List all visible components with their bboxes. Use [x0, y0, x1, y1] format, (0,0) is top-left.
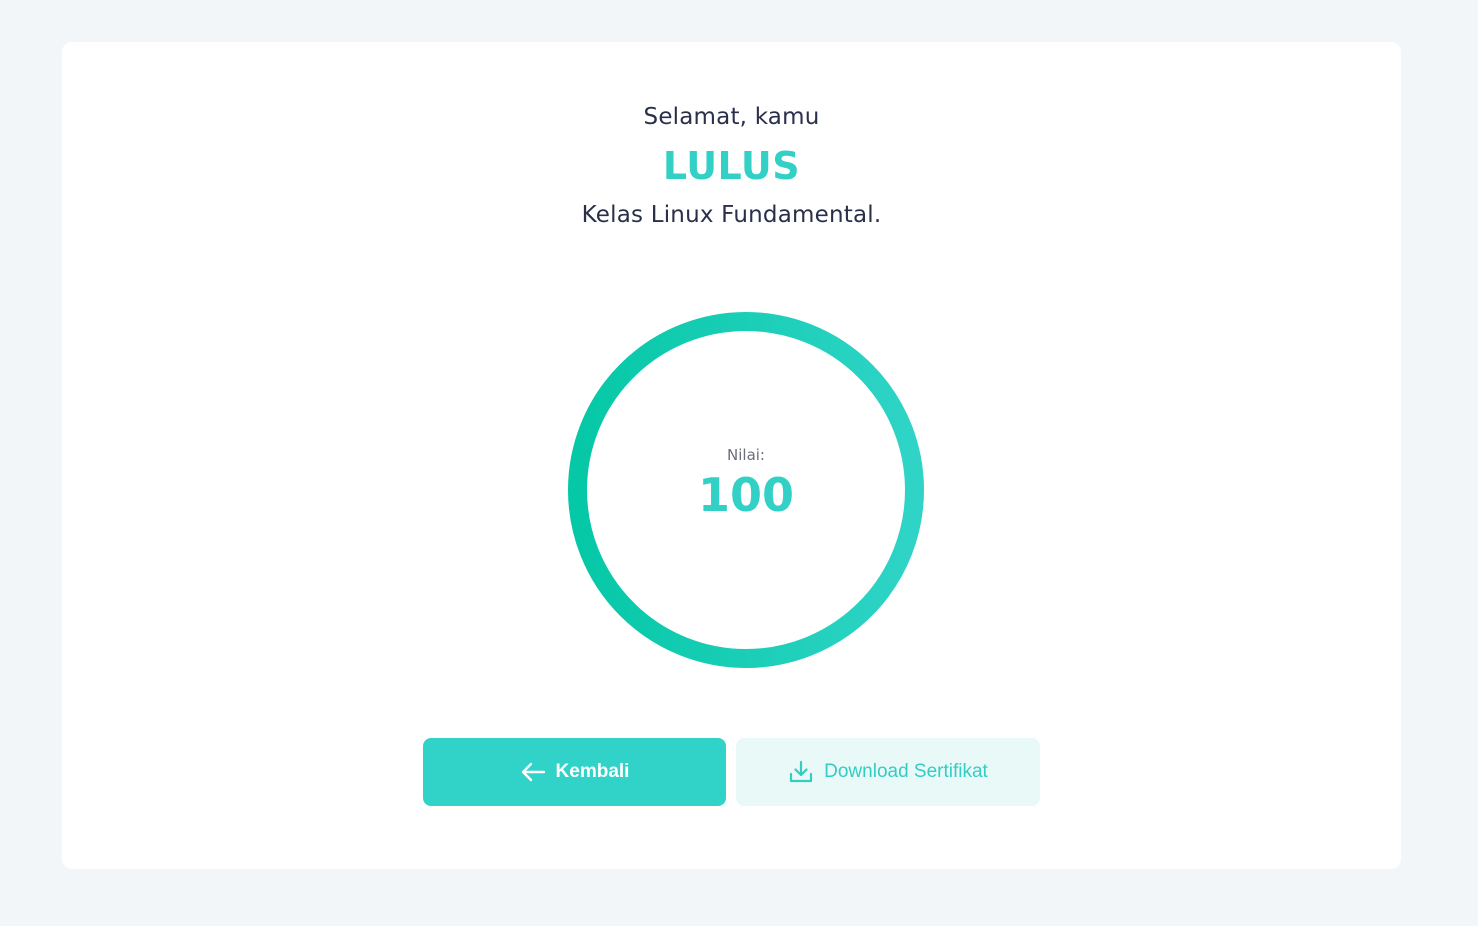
score-content: Nilai: 100	[568, 312, 924, 668]
course-name: Kelas Linux Fundamental.	[581, 202, 882, 228]
result-card: Selamat, kamu LULUS Kelas Linux Fundamen…	[62, 42, 1401, 869]
congrats-text: Selamat, kamu	[643, 104, 820, 130]
arrow-left-icon	[520, 762, 546, 782]
download-certificate-button[interactable]: Download Sertifikat	[736, 738, 1040, 806]
score-label: Nilai:	[727, 446, 765, 464]
download-icon	[788, 759, 814, 785]
score-value: 100	[697, 468, 795, 522]
score-ring: Nilai: 100	[568, 312, 924, 668]
back-button-label: Kembali	[555, 761, 630, 782]
pass-status: LULUS	[662, 144, 801, 188]
download-button-label: Download Sertifikat	[824, 761, 988, 782]
back-button[interactable]: Kembali	[423, 738, 726, 806]
